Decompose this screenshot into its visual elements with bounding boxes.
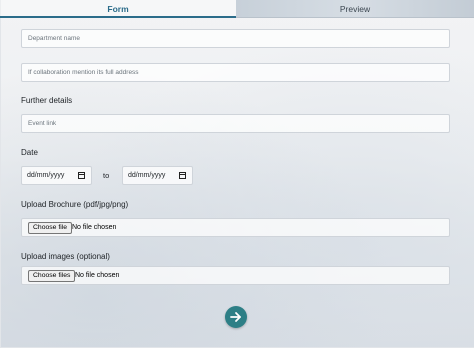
brochure-label: Upload Brochure (pdf/jpg/png) <box>21 200 129 209</box>
images-label: Upload images (optional) <box>21 252 110 261</box>
date-label: Date <box>21 148 38 157</box>
calendar-icon[interactable] <box>78 172 85 179</box>
tab-bar: Form Preview <box>0 0 474 18</box>
date-from-value: dd/mm/yyyy <box>27 172 65 179</box>
date-to-separator: to <box>103 171 110 180</box>
submit-button[interactable] <box>225 306 247 328</box>
tab-preview[interactable]: Preview <box>236 0 474 18</box>
images-file-input: Choose files No file chosen <box>21 266 450 285</box>
choose-files-button[interactable]: Choose files <box>28 270 76 282</box>
date-to-input[interactable]: dd/mm/yyyy <box>122 166 193 185</box>
tab-form[interactable]: Form <box>0 0 236 18</box>
arrow-right-icon <box>230 312 241 322</box>
calendar-icon[interactable] <box>179 172 186 179</box>
event-link-input[interactable]: Event link <box>21 114 450 133</box>
images-file-status: No file chosen <box>75 272 120 279</box>
choose-file-button[interactable]: Choose file <box>28 222 73 234</box>
department-name-input[interactable]: Department name <box>21 29 450 48</box>
date-to-value: dd/mm/yyyy <box>128 172 166 179</box>
brochure-file-status: No file chosen <box>72 224 117 231</box>
further-details-label: Further details <box>21 96 73 105</box>
brochure-file-input: Choose file No file chosen <box>21 218 450 237</box>
date-from-input[interactable]: dd/mm/yyyy <box>21 166 92 185</box>
collaboration-address-input[interactable]: If collaboration mention its full addres… <box>21 63 450 82</box>
